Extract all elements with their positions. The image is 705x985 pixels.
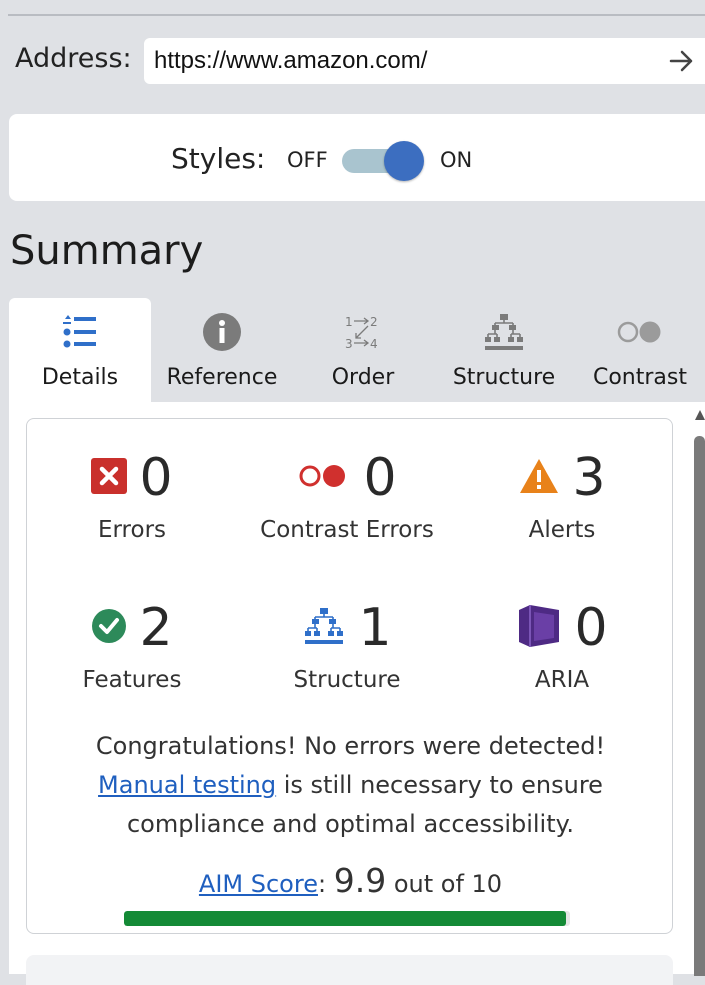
stat-contrast-errors[interactable]: 0 Contrast Errors [242, 447, 452, 567]
structure-icon [483, 312, 525, 352]
aria-count: 0 [574, 598, 608, 658]
toggle-knob [384, 141, 424, 181]
summary-card: 0 Errors 0 Contrast Errors 3 Alerts 2 Fe… [26, 418, 673, 934]
manual-testing-text: is still necessary to ensure [276, 771, 603, 799]
details-list-icon [60, 312, 100, 352]
results-message: Congratulations! No errors were detected… [27, 727, 674, 844]
tab-label: Contrast [592, 365, 687, 390]
structure-label: Structure [293, 667, 401, 693]
summary-title: Summary [10, 228, 204, 274]
stat-features[interactable]: 2 Features [27, 597, 237, 717]
tab-label: Reference [166, 365, 278, 390]
tab-order[interactable]: 1 2 3 4 Order [293, 298, 433, 402]
arrow-right-icon[interactable] [659, 38, 705, 84]
contrast-error-icon [297, 462, 351, 494]
svg-text:1: 1 [345, 315, 353, 329]
aim-score-bar-fill [124, 911, 566, 926]
order-icon: 1 2 3 4 [343, 312, 383, 352]
contrast-icon [614, 312, 666, 352]
aim-score-row: AIM Score: 9.9 out of 10 [27, 861, 674, 904]
compliance-text: compliance and optimal accessibility. [126, 810, 575, 838]
scroll-up-arrow-icon[interactable] [695, 410, 705, 420]
styles-on-label: ON [440, 148, 473, 172]
alerts-count: 3 [572, 448, 606, 508]
aria-label: ARIA [534, 667, 590, 693]
contrast-errors-label: Contrast Errors [260, 517, 434, 543]
features-count: 2 [139, 598, 173, 658]
feature-check-icon [91, 608, 127, 648]
aria-cube-icon [516, 604, 562, 652]
styles-label: Styles: [171, 142, 266, 175]
score-separator: : [317, 870, 327, 898]
congrats-text: Congratulations! No errors were detected… [95, 732, 606, 760]
stat-errors[interactable]: 0 Errors [27, 447, 237, 567]
top-divider [8, 14, 705, 16]
tab-label: Structure [452, 365, 556, 390]
next-section-panel [26, 955, 673, 985]
contrast-errors-count: 0 [363, 448, 397, 508]
address-label: Address: [15, 43, 132, 74]
panel-tabs: Details Reference 1 2 3 4 Order Structur… [9, 298, 705, 402]
structure-element-icon [302, 606, 346, 650]
aim-score-link[interactable]: AIM Score [199, 870, 318, 898]
error-icon [91, 458, 128, 498]
info-icon [202, 312, 242, 352]
manual-testing-link[interactable]: Manual testing [98, 771, 276, 799]
tab-reference[interactable]: Reference [151, 298, 293, 402]
scrollbar-thumb[interactable] [694, 436, 705, 976]
stat-alerts[interactable]: 3 Alerts [457, 447, 667, 567]
styles-off-label: OFF [287, 148, 328, 172]
details-panel: 0 Errors 0 Contrast Errors 3 Alerts 2 Fe… [9, 402, 694, 985]
svg-text:2: 2 [370, 315, 378, 329]
structure-count: 1 [358, 598, 392, 658]
tab-structure[interactable]: Structure [433, 298, 575, 402]
tab-contrast[interactable]: Contrast [575, 298, 705, 402]
stat-structure[interactable]: 1 Structure [242, 597, 452, 717]
svg-text:3: 3 [345, 337, 353, 351]
features-label: Features [82, 667, 182, 693]
aim-score-value: 9.9 [333, 861, 387, 900]
aim-score-suffix: out of 10 [393, 870, 503, 898]
scrollbar[interactable] [694, 402, 705, 976]
address-bar: Address: [15, 38, 705, 84]
styles-panel: Styles: OFF ON [9, 114, 705, 201]
address-input[interactable] [144, 38, 705, 84]
styles-toggle-switch[interactable] [342, 141, 424, 181]
errors-label: Errors [97, 517, 167, 543]
tab-label: Order [331, 365, 395, 390]
stat-aria[interactable]: 0 ARIA [457, 597, 667, 717]
tab-label: Details [41, 365, 119, 390]
svg-text:4: 4 [370, 337, 378, 351]
errors-count: 0 [139, 448, 173, 508]
aim-score-bar [124, 911, 570, 926]
tab-details[interactable]: Details [9, 298, 151, 402]
alerts-label: Alerts [528, 517, 596, 543]
alert-icon [518, 457, 560, 499]
